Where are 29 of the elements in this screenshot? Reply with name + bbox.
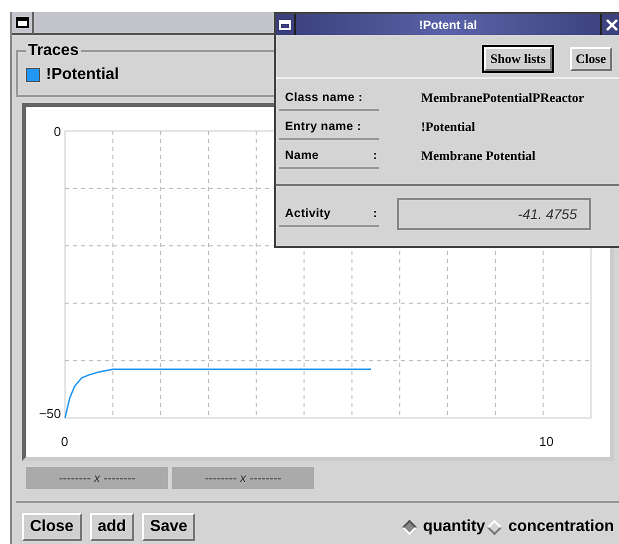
window-title: !Potent ial [418, 16, 478, 34]
property-colon: : [373, 146, 377, 164]
property-label: Entry name : [285, 118, 362, 134]
property-value: MembranePotentialPReactor [421, 88, 584, 107]
property-value: !Potential [421, 118, 476, 136]
radio-label: concentration [508, 517, 614, 537]
trace-color-swatch[interactable] [26, 68, 40, 82]
dialog-button[interactable]: Show lists [484, 47, 552, 71]
radio-label: quantity [422, 517, 486, 537]
x-tick-label: 0 [61, 434, 68, 449]
axis-label-field[interactable]: -------- x -------- [26, 467, 168, 489]
group-title: Traces [27, 41, 80, 61]
trace-label: !Potential [46, 65, 119, 85]
close-icon[interactable] [600, 14, 619, 35]
property-label: Class name : [285, 88, 363, 106]
property-label: Name [285, 146, 319, 164]
toolbar-button[interactable]: Close [22, 513, 82, 541]
window-menu-icon[interactable] [276, 14, 296, 35]
property-colon: : [373, 205, 377, 222]
toolbar-button[interactable]: Save [142, 513, 196, 541]
toolbar-button[interactable]: add [90, 513, 134, 541]
property-value: Membrane Potential [421, 146, 536, 165]
y-tick-label: 0 [54, 124, 61, 139]
activity-field[interactable]: -41. 4755 [397, 198, 591, 230]
axis-label-field[interactable]: -------- x -------- [172, 467, 314, 489]
x-tick-label: 10 [539, 434, 554, 449]
property-label: Activity [285, 205, 331, 222]
y-tick-label: −50 [38, 406, 61, 421]
dialog-button[interactable]: Close [570, 47, 612, 71]
